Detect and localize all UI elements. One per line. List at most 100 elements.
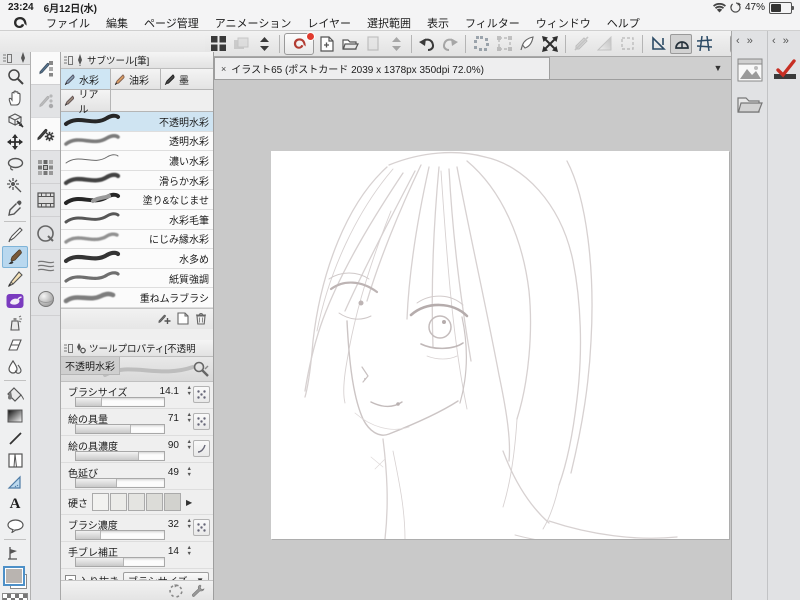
blank-page-icon[interactable] [362,34,384,54]
tab-list-dropdown-icon[interactable]: ▼ [705,57,731,79]
operation-tool[interactable] [2,109,28,131]
tab-close-icon[interactable]: × [221,64,226,74]
spinner[interactable]: ▲ ▼ [187,545,192,557]
operation-flag-tool[interactable] [2,542,28,564]
brush-item[interactable]: 水多め [61,249,213,269]
brush-item[interactable]: 滑らか水彩 [61,170,213,191]
snap-grid-icon[interactable] [693,34,715,54]
hardness-step[interactable] [128,493,145,511]
reset-settings-icon[interactable] [169,583,183,598]
clip-studio-button[interactable] [284,31,315,55]
brush-item[interactable]: 紙質強調 [61,268,213,289]
tool-property-header[interactable]: ツールプロパティ[不透明 [61,340,213,357]
hardness-more-icon[interactable]: ▶ [186,498,192,507]
detail-settings-icon[interactable] [192,360,210,378]
menu-file[interactable]: ファイル [38,15,98,31]
collapse-right-icon[interactable]: ‹ » [772,35,791,47]
brush-item[interactable]: 塗り&なじませ [61,190,213,210]
brush-item[interactable]: 濃い水彩 [61,151,213,171]
hardness-step[interactable] [110,493,127,511]
pencil-tool[interactable] [2,268,28,290]
eyedropper-tool[interactable] [2,197,28,219]
brush-tool-selected[interactable] [2,246,28,268]
csp-logo-icon[interactable] [0,16,38,30]
snap-ruler-icon[interactable] [647,34,669,54]
timeline-palette-icon[interactable] [31,184,60,217]
canvas-workspace[interactable] [214,80,731,600]
pen-tool[interactable] [2,224,28,246]
slider-bar[interactable] [75,451,165,461]
selection-lasso-tool[interactable] [2,153,28,175]
color-swatches[interactable] [2,566,28,590]
tab-ink[interactable]: 墨 [161,69,213,90]
text-tool[interactable]: A [2,493,28,515]
slider-color-stretch[interactable]: 色延び 49 ▲ ▼ [61,463,213,490]
page-updown-icon[interactable] [385,34,407,54]
menu-view[interactable]: 表示 [419,15,457,31]
document-tab[interactable]: × イラスト65 (ポストカード 2039 x 1378px 350dpi 72… [214,57,550,79]
menu-layer[interactable]: レイヤー [299,15,359,31]
brush-item[interactable]: 水彩毛筆 [61,209,213,230]
no-edit-icon[interactable] [570,34,592,54]
stroke-palette-icon[interactable] [31,250,60,283]
auto-select-wand-tool[interactable] [2,175,28,197]
dynamics-button[interactable] [193,413,210,430]
tab-oil[interactable]: 油彩 [111,69,161,90]
collapse-left-icon[interactable]: ‹ » [736,35,755,47]
main-color-swatch[interactable] [3,566,25,586]
figure-line-tool[interactable] [2,427,28,449]
spinner[interactable]: ▲ ▼ [187,412,192,424]
workspace-grid-icon[interactable] [207,34,229,54]
redo-icon[interactable] [439,34,461,54]
dynamics-button[interactable] [193,386,210,403]
ruler-tool[interactable] [2,471,28,493]
menu-animation[interactable]: アニメーション [207,15,300,31]
scale-rotate-icon[interactable] [539,34,561,54]
navigator-palette-icon[interactable] [736,57,764,83]
window-updown-icon[interactable] [253,34,275,54]
airbrush-tool[interactable] [2,312,28,334]
selection-area-icon[interactable] [616,34,638,54]
quill-icon[interactable] [516,34,538,54]
trash-icon[interactable] [195,312,207,325]
brush-item[interactable]: 重ねムラブラシ [61,288,213,308]
slider-bar[interactable] [75,397,165,407]
brush-item[interactable]: にじみ縁水彩 [61,229,213,250]
gradient-lock-icon[interactable] [593,34,615,54]
undo-icon[interactable] [416,34,438,54]
wrench-icon[interactable] [191,584,205,598]
blend-tool[interactable] [2,356,28,378]
deselect-icon[interactable] [470,34,492,54]
transparent-color-swatch[interactable] [2,593,28,600]
frame-border-tool[interactable] [2,449,28,471]
zoom-tool[interactable] [2,65,28,87]
slider-bar[interactable] [75,478,165,488]
slider-bar[interactable] [75,557,165,567]
colorset-palette-icon[interactable] [31,151,60,184]
menu-page[interactable]: ページ管理 [136,15,207,31]
duplicate-subtool-icon[interactable] [157,312,171,325]
menu-filter[interactable]: フィルター [457,15,528,31]
eraser-tool[interactable] [2,334,28,356]
gradient-tool[interactable] [2,405,28,427]
slider-brush-density[interactable]: ブラシ濃度 32 ▲ ▼ [61,515,213,542]
menu-edit[interactable]: 編集 [98,15,136,31]
snap-special-ruler-icon[interactable] [670,33,692,54]
subtool-palette-icon[interactable] [31,52,60,85]
quick-access-palette-icon[interactable] [31,217,60,250]
hand-tool[interactable] [2,87,28,109]
balloon-tool[interactable] [2,515,28,537]
fill-bucket-tool[interactable] [2,383,28,405]
slider-bar[interactable] [75,530,165,540]
brush-item[interactable]: 透明水彩 [61,131,213,152]
menu-help[interactable]: ヘルプ [599,15,648,31]
menu-selection[interactable]: 選択範囲 [359,15,419,31]
hardness-step[interactable] [92,493,109,511]
canvas[interactable] [271,151,729,539]
duplicate-window-icon[interactable] [230,34,252,54]
material-folder-icon[interactable] [736,91,764,117]
spinner[interactable]: ▲ ▼ [187,466,192,478]
hardness-row[interactable]: 硬さ ▶ [61,490,213,515]
finish-check-icon[interactable] [771,57,799,83]
spinner[interactable]: ▲ ▼ [187,439,192,451]
